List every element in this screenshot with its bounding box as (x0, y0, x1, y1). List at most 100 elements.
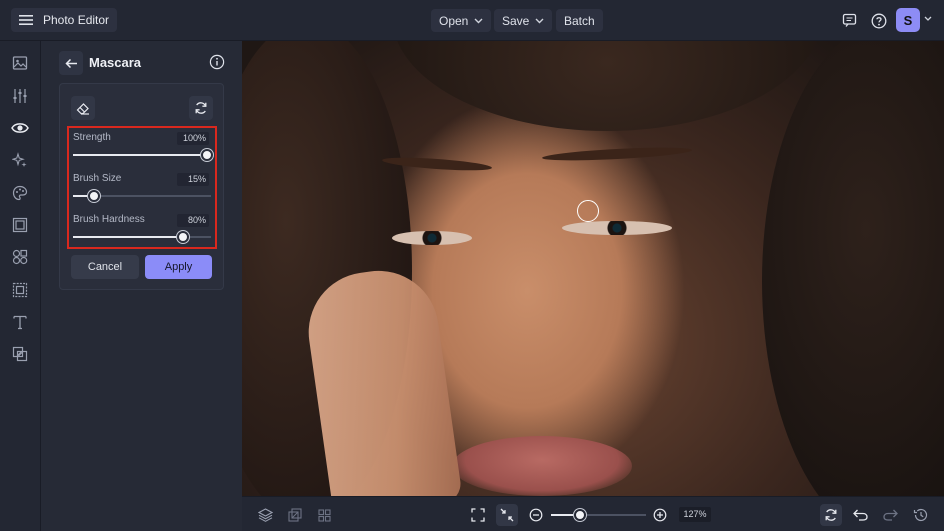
border-icon (12, 282, 28, 298)
eraser-icon (76, 102, 90, 115)
history-icon (913, 508, 928, 522)
feedback-button[interactable] (838, 9, 861, 32)
slider-knob[interactable] (88, 190, 100, 202)
adjust-tool[interactable] (10, 86, 30, 106)
grid-button[interactable] (313, 504, 335, 526)
brush-size-slider[interactable] (73, 190, 211, 202)
app-title: Photo Editor (43, 13, 110, 27)
compare-icon (288, 508, 302, 522)
slider-value[interactable]: 80% (177, 214, 209, 227)
slider-value[interactable]: 100% (177, 132, 209, 145)
chevron-down-icon[interactable] (924, 16, 932, 22)
strength-slider[interactable] (73, 149, 213, 161)
zoom-in-button[interactable] (649, 504, 671, 526)
grid-icon (317, 508, 331, 522)
help-button[interactable] (867, 9, 890, 32)
redo-icon (882, 509, 898, 521)
batch-button[interactable]: Batch (556, 9, 603, 32)
slider-fill (73, 236, 183, 238)
tool-panel: Mascara Strength 100% Brush Size 15% Bru… (41, 41, 242, 531)
zoom-out-button[interactable] (525, 504, 547, 526)
zoom-knob[interactable] (574, 509, 586, 521)
text-icon (12, 314, 28, 330)
photo-canvas[interactable] (242, 41, 944, 496)
slider-label: Brush Hardness (73, 214, 145, 225)
brush-settings-card: Strength 100% Brush Size 15% Brush Hardn… (59, 83, 224, 290)
frames-tool[interactable] (10, 215, 30, 235)
fit-screen-button[interactable] (467, 504, 489, 526)
info-icon[interactable] (209, 54, 225, 70)
expand-icon (471, 508, 485, 522)
app-menu-button[interactable]: Photo Editor (11, 8, 118, 32)
photo-hand (300, 263, 464, 496)
brush-cursor (577, 200, 599, 222)
eraser-button[interactable] (71, 96, 95, 120)
open-button[interactable]: Open (431, 9, 492, 32)
save-label: Save (502, 13, 530, 28)
photo-hair-top (392, 41, 822, 131)
panel-header: Mascara (59, 51, 229, 75)
redo-button[interactable] (879, 504, 901, 526)
save-button[interactable]: Save (494, 9, 553, 32)
graphics-tool[interactable] (10, 247, 30, 267)
palette-icon (12, 185, 28, 201)
zoom-value[interactable]: 127% (679, 507, 711, 522)
image-tool[interactable] (10, 53, 30, 73)
slider-knob[interactable] (177, 231, 189, 243)
slider-label: Strength (73, 132, 111, 143)
chat-icon (842, 13, 857, 28)
undo-icon (852, 509, 868, 521)
help-icon (871, 13, 887, 29)
open-label: Open (439, 13, 469, 28)
photo-right-brow (541, 145, 693, 163)
back-button[interactable] (59, 51, 83, 75)
slider-knob[interactable] (201, 149, 213, 161)
photo-hair-right (762, 41, 944, 496)
overlay-icon (12, 346, 28, 362)
slider-label: Brush Size (73, 173, 122, 184)
photo-left-eye (392, 231, 472, 245)
text-tool[interactable] (10, 312, 30, 332)
brush-hardness-slider[interactable] (73, 231, 211, 243)
collapse-icon (500, 508, 514, 522)
cancel-button[interactable]: Cancel (71, 255, 139, 279)
slider-value[interactable]: 15% (177, 173, 209, 186)
sparkle-effects-icon (12, 152, 28, 168)
chevron-down-icon (535, 18, 544, 24)
effects-tool[interactable] (10, 150, 30, 170)
slider-fill (73, 154, 211, 156)
photo-right-eye (562, 221, 672, 235)
eye-icon (11, 121, 29, 135)
refresh-icon (194, 101, 208, 115)
zoom-out-icon (529, 508, 543, 522)
zoom-slider[interactable] (551, 509, 646, 521)
refresh-icon (824, 508, 838, 522)
tool-sidebar (0, 41, 41, 531)
bottom-bar: 127% (242, 496, 944, 531)
artsy-tool[interactable] (10, 183, 30, 203)
layers-button[interactable] (254, 504, 276, 526)
rotate-button[interactable] (820, 504, 842, 526)
touch-up-tool[interactable] (10, 118, 30, 138)
frame-icon (12, 217, 28, 233)
zoom-in-icon (653, 508, 667, 522)
batch-label: Batch (564, 13, 595, 28)
overlay-tool[interactable] (10, 344, 30, 364)
compare-button[interactable] (284, 504, 306, 526)
reset-button[interactable] (189, 96, 213, 120)
user-avatar[interactable]: S (896, 8, 920, 32)
adjust-sliders-icon (12, 88, 28, 104)
layers-icon (257, 508, 273, 522)
hamburger-menu-icon (19, 14, 33, 26)
photo-lips (452, 436, 632, 496)
sliders-highlight-box: Strength 100% Brush Size 15% Brush Hardn… (67, 126, 217, 249)
history-button[interactable] (909, 504, 931, 526)
actual-size-button[interactable] (496, 504, 518, 526)
apply-button[interactable]: Apply (145, 255, 212, 279)
shapes-icon (12, 249, 28, 265)
undo-button[interactable] (849, 504, 871, 526)
arrow-left-icon (64, 58, 78, 69)
borders-tool[interactable] (10, 280, 30, 300)
image-icon (12, 55, 28, 71)
panel-title: Mascara (89, 55, 142, 70)
